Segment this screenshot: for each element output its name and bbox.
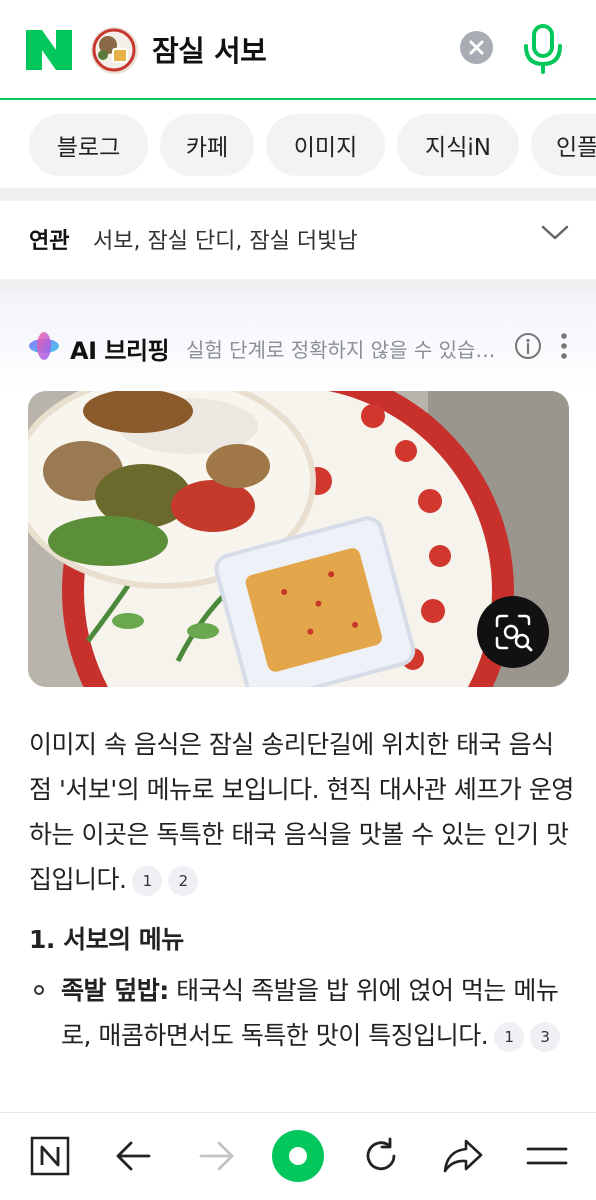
- naver-logo-icon[interactable]: [26, 30, 72, 70]
- ai-briefing-title: AI 브리핑: [70, 337, 170, 365]
- close-icon: [469, 40, 484, 55]
- info-icon[interactable]: [514, 332, 542, 360]
- menu-bullet-item: 족발 덮밥: 태국식 족발을 밥 위에 얹어 먹는 메뉴로, 매콤하면서도 독특…: [61, 968, 576, 1058]
- image-thumbnail[interactable]: [91, 27, 138, 74]
- section-heading: 1. 서보의 메뉴: [29, 925, 184, 954]
- mic-icon[interactable]: [520, 24, 566, 74]
- paragraph-text: 이미지 속 음식은 잠실 송리단길에 위치한 태국 음식점 '서보'의 메뉴로 …: [29, 730, 574, 894]
- tab-blog[interactable]: 블로그: [29, 114, 148, 176]
- more-options-icon[interactable]: [557, 331, 571, 361]
- tab-image[interactable]: 이미지: [266, 114, 385, 176]
- forward-icon[interactable]: [197, 1138, 235, 1174]
- citation-badge[interactable]: 3: [530, 1022, 561, 1052]
- citation-badge[interactable]: 2: [168, 866, 199, 896]
- ai-briefing-paragraph: 이미지 속 음식은 잠실 송리단길에 위치한 태국 음식점 '서보'의 메뉴로 …: [29, 722, 574, 902]
- related-title: 연관: [29, 229, 70, 254]
- related-searches[interactable]: 연관 서보, 잠실 단디, 잠실 더빛남: [0, 201, 596, 279]
- home-icon[interactable]: [30, 1136, 70, 1176]
- image-search-button[interactable]: [477, 596, 549, 668]
- bullet-term: 족발 덮밥:: [61, 976, 169, 1005]
- tab-cafe[interactable]: 카페: [160, 114, 254, 176]
- chevron-down-icon[interactable]: [540, 222, 570, 242]
- related-keywords[interactable]: 서보, 잠실 단디, 잠실 더빛남: [93, 223, 358, 255]
- green-dot-icon[interactable]: [271, 1129, 325, 1183]
- refresh-icon[interactable]: [361, 1136, 401, 1176]
- citation-badge[interactable]: 1: [132, 866, 163, 896]
- tab-influencer[interactable]: 인플: [531, 114, 596, 176]
- share-icon[interactable]: [442, 1136, 484, 1176]
- menu-icon[interactable]: [526, 1142, 568, 1170]
- bullet-marker: [34, 985, 44, 995]
- ai-briefing-notice: 실험 단계로 정확하지 않을 수 있습니다: [186, 338, 502, 362]
- ai-sparkle-icon: [29, 332, 59, 360]
- back-icon[interactable]: [115, 1138, 153, 1174]
- search-tabs: 블로그 카페 이미지 지식iN 인플: [0, 102, 596, 188]
- section-divider: [0, 188, 596, 201]
- clear-search-button[interactable]: [460, 31, 493, 64]
- search-bar: 잠실 서보: [0, 0, 596, 100]
- section-divider: [0, 279, 596, 293]
- image-lens-icon: [495, 614, 533, 652]
- search-query-text[interactable]: 잠실 서보: [152, 28, 267, 70]
- tab-kin[interactable]: 지식iN: [397, 114, 519, 176]
- citation-badge[interactable]: 1: [494, 1022, 525, 1052]
